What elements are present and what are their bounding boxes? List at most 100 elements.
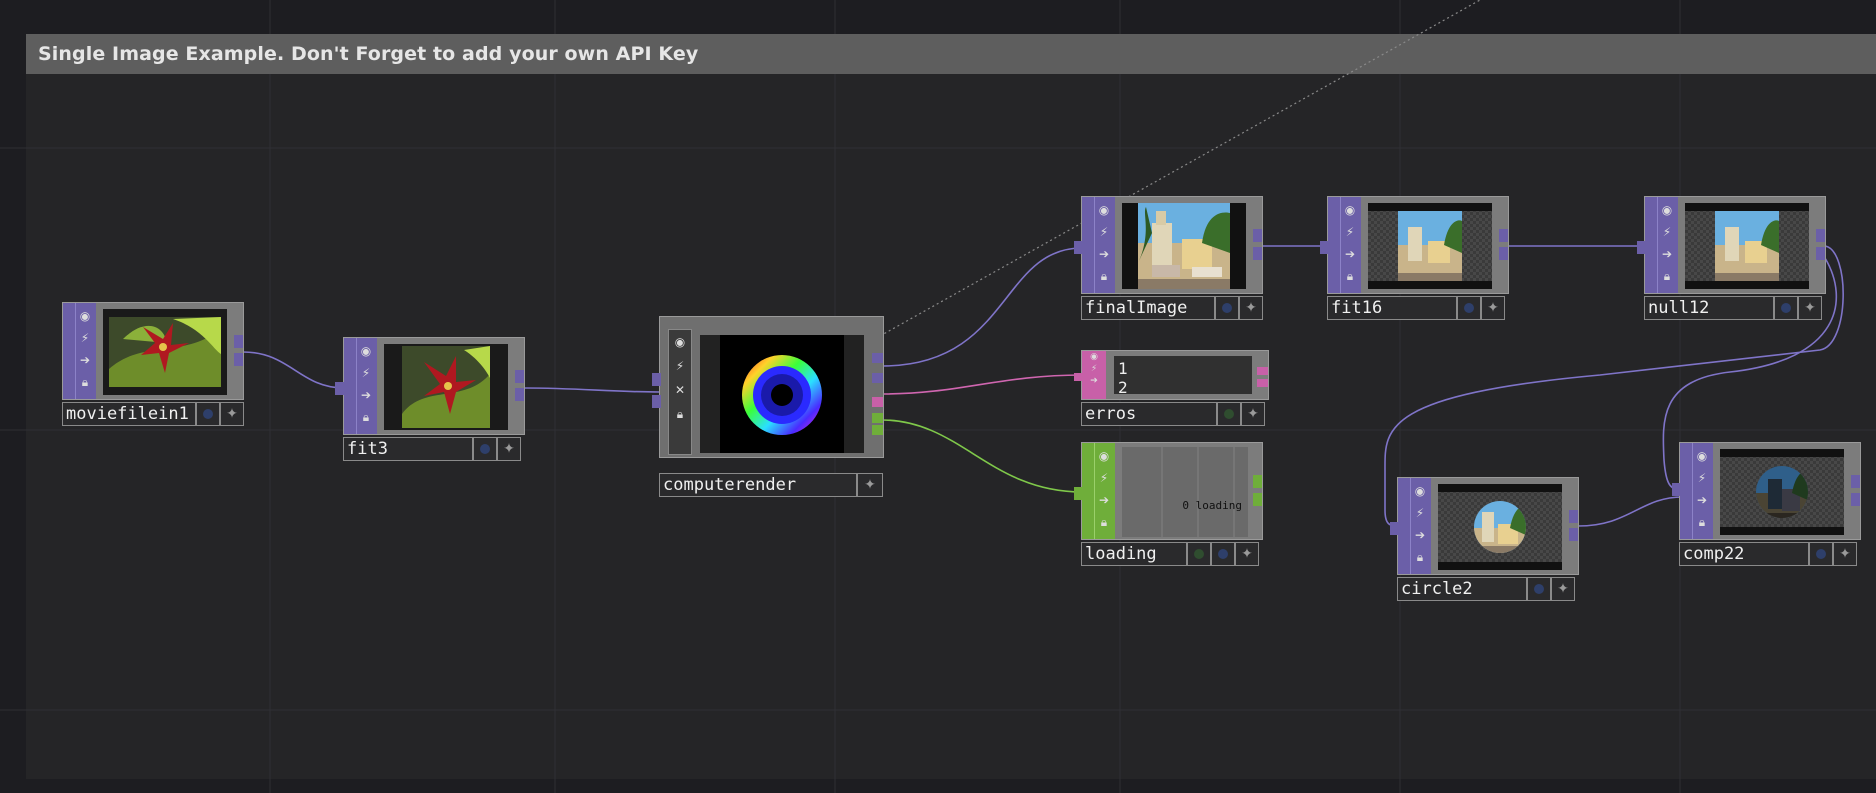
output-port-chop[interactable] — [1253, 493, 1262, 506]
viewer-flag-icon[interactable]: ◉ — [1410, 480, 1430, 502]
input-port[interactable] — [652, 373, 661, 386]
display-toggle[interactable] — [1187, 542, 1211, 566]
cook-flag-icon[interactable]: ⚡ — [1692, 467, 1712, 489]
input-port[interactable] — [1672, 483, 1684, 496]
pin-star-icon[interactable]: ✦ — [857, 473, 883, 497]
node-name[interactable]: loading — [1081, 542, 1187, 566]
pin-star-icon[interactable]: ✦ — [1798, 296, 1822, 320]
node-viewer[interactable] — [1122, 203, 1246, 289]
cook-flag-icon[interactable]: ⚡ — [670, 355, 690, 377]
viewer-flag-icon[interactable]: ◉ — [1084, 351, 1104, 363]
output-port-chop[interactable] — [872, 425, 883, 435]
lock-flag-icon[interactable]: 🔒︎ — [75, 371, 95, 393]
node-viewer[interactable] — [1368, 203, 1492, 289]
cook-flag-icon[interactable]: ⚡ — [1340, 221, 1360, 243]
close-flag-icon[interactable]: ✕ — [670, 379, 690, 401]
bypass-flag-icon[interactable]: ➔ — [356, 384, 376, 406]
output-port[interactable] — [515, 388, 524, 401]
node-viewer[interactable] — [103, 309, 227, 395]
node-body[interactable]: ◉ ⚡ ➔ 🔒︎ — [62, 302, 244, 400]
output-port[interactable] — [872, 373, 883, 383]
display-toggle[interactable] — [1217, 402, 1241, 426]
lock-flag-icon[interactable]: 🔒︎ — [670, 403, 690, 425]
node-viewer[interactable] — [1685, 203, 1809, 289]
output-port-dat[interactable] — [1257, 379, 1268, 387]
pin-star-icon[interactable]: ✦ — [497, 437, 521, 461]
output-port[interactable] — [1816, 229, 1825, 242]
cook-flag-icon[interactable]: ⚡ — [356, 362, 376, 384]
output-port[interactable] — [1499, 229, 1508, 242]
bypass-flag-icon[interactable]: ➔ — [1094, 489, 1114, 511]
node-body[interactable]: ◉ ⚡ ➔ 🔒︎ — [1074, 196, 1263, 294]
node-name[interactable]: erros — [1081, 402, 1217, 426]
display-toggle[interactable] — [1527, 577, 1551, 601]
display-toggle[interactable] — [1809, 542, 1833, 566]
node-body[interactable]: ◉ ⚡ ➔ 🔒︎ — [1320, 196, 1509, 294]
output-port-dat[interactable] — [1257, 367, 1268, 375]
pin-star-icon[interactable]: ✦ — [1551, 577, 1575, 601]
output-port[interactable] — [1851, 493, 1860, 506]
chop-viewer[interactable]: 0 loading — [1122, 447, 1248, 537]
cook-flag-icon[interactable]: ⚡ — [1094, 467, 1114, 489]
viewer-flag-icon[interactable]: ◉ — [1094, 199, 1114, 221]
output-port[interactable] — [1253, 247, 1262, 260]
output-port[interactable] — [1851, 475, 1860, 488]
viewer-flag-icon[interactable]: ◉ — [356, 340, 376, 362]
display-toggle[interactable] — [1457, 296, 1481, 320]
output-port[interactable] — [1499, 247, 1508, 260]
node-body[interactable]: ◉ ⚡ ➔ 🔒︎ 0 loading — [1074, 442, 1263, 540]
output-port[interactable] — [515, 370, 524, 383]
viewer-flag-icon[interactable]: ◉ — [1657, 199, 1677, 221]
viewer-flag-icon[interactable]: ◉ — [1692, 445, 1712, 467]
node-name[interactable]: moviefilein1 — [62, 402, 196, 426]
input-port[interactable] — [1320, 241, 1332, 254]
pin-star-icon[interactable]: ✦ — [1833, 542, 1857, 566]
output-port-dat[interactable] — [872, 397, 883, 407]
lock-flag-icon[interactable]: 🔒︎ — [1692, 511, 1712, 533]
node-body[interactable]: ◉ ⚡ ➔ 🔒︎ — [1672, 442, 1861, 540]
display-toggle[interactable] — [1215, 296, 1239, 320]
node-viewer[interactable] — [1438, 484, 1562, 570]
output-port[interactable] — [1816, 247, 1825, 260]
input-port-chop[interactable] — [1074, 487, 1086, 500]
viewer-toggle[interactable] — [1211, 542, 1235, 566]
node-body[interactable]: ◉ ⚡ ➔ 1 2 — [1074, 350, 1269, 400]
node-name[interactable]: null12 — [1644, 296, 1774, 320]
input-port-dat[interactable] — [1074, 373, 1086, 381]
lock-flag-icon[interactable]: 🔒︎ — [356, 406, 376, 428]
bypass-flag-icon[interactable]: ➔ — [75, 349, 95, 371]
output-port-chop[interactable] — [1253, 475, 1262, 488]
output-port[interactable] — [234, 353, 243, 366]
node-name[interactable]: computerender — [659, 473, 857, 497]
output-port[interactable] — [1569, 510, 1578, 523]
node-name[interactable]: fit16 — [1327, 296, 1457, 320]
cook-flag-icon[interactable]: ⚡ — [1657, 221, 1677, 243]
viewer-flag-icon[interactable]: ◉ — [75, 305, 95, 327]
input-port[interactable] — [652, 395, 661, 408]
display-toggle[interactable] — [473, 437, 497, 461]
bypass-flag-icon[interactable]: ➔ — [1084, 375, 1104, 387]
viewer-flag-icon[interactable]: ◉ — [1094, 445, 1114, 467]
pin-star-icon[interactable]: ✦ — [1235, 542, 1259, 566]
bypass-flag-icon[interactable]: ➔ — [1094, 243, 1114, 265]
viewer-flag-icon[interactable]: ◉ — [670, 331, 690, 353]
input-port[interactable] — [1074, 241, 1086, 254]
output-port-chop[interactable] — [872, 413, 883, 423]
lock-flag-icon[interactable]: 🔒︎ — [1340, 265, 1360, 287]
node-body[interactable]: ◉ ⚡ ✕ 🔒︎ — [652, 316, 884, 458]
lock-flag-icon[interactable]: 🔒︎ — [1410, 546, 1430, 568]
text-viewer[interactable]: 1 2 — [1114, 356, 1252, 394]
output-port[interactable] — [234, 335, 243, 348]
node-name[interactable]: circle2 — [1397, 577, 1527, 601]
node-viewer[interactable] — [700, 335, 864, 453]
lock-flag-icon[interactable]: 🔒︎ — [1094, 511, 1114, 533]
node-viewer[interactable] — [384, 344, 508, 430]
node-body[interactable]: ◉ ⚡ ➔ 🔒︎ — [1637, 196, 1826, 294]
input-port[interactable] — [1637, 241, 1649, 254]
node-viewer[interactable] — [1720, 449, 1844, 535]
cook-flag-icon[interactable]: ⚡ — [1094, 221, 1114, 243]
cook-flag-icon[interactable]: ⚡ — [1084, 363, 1104, 375]
node-name[interactable]: fit3 — [343, 437, 473, 461]
pin-star-icon[interactable]: ✦ — [1241, 402, 1265, 426]
bypass-flag-icon[interactable]: ➔ — [1410, 524, 1430, 546]
